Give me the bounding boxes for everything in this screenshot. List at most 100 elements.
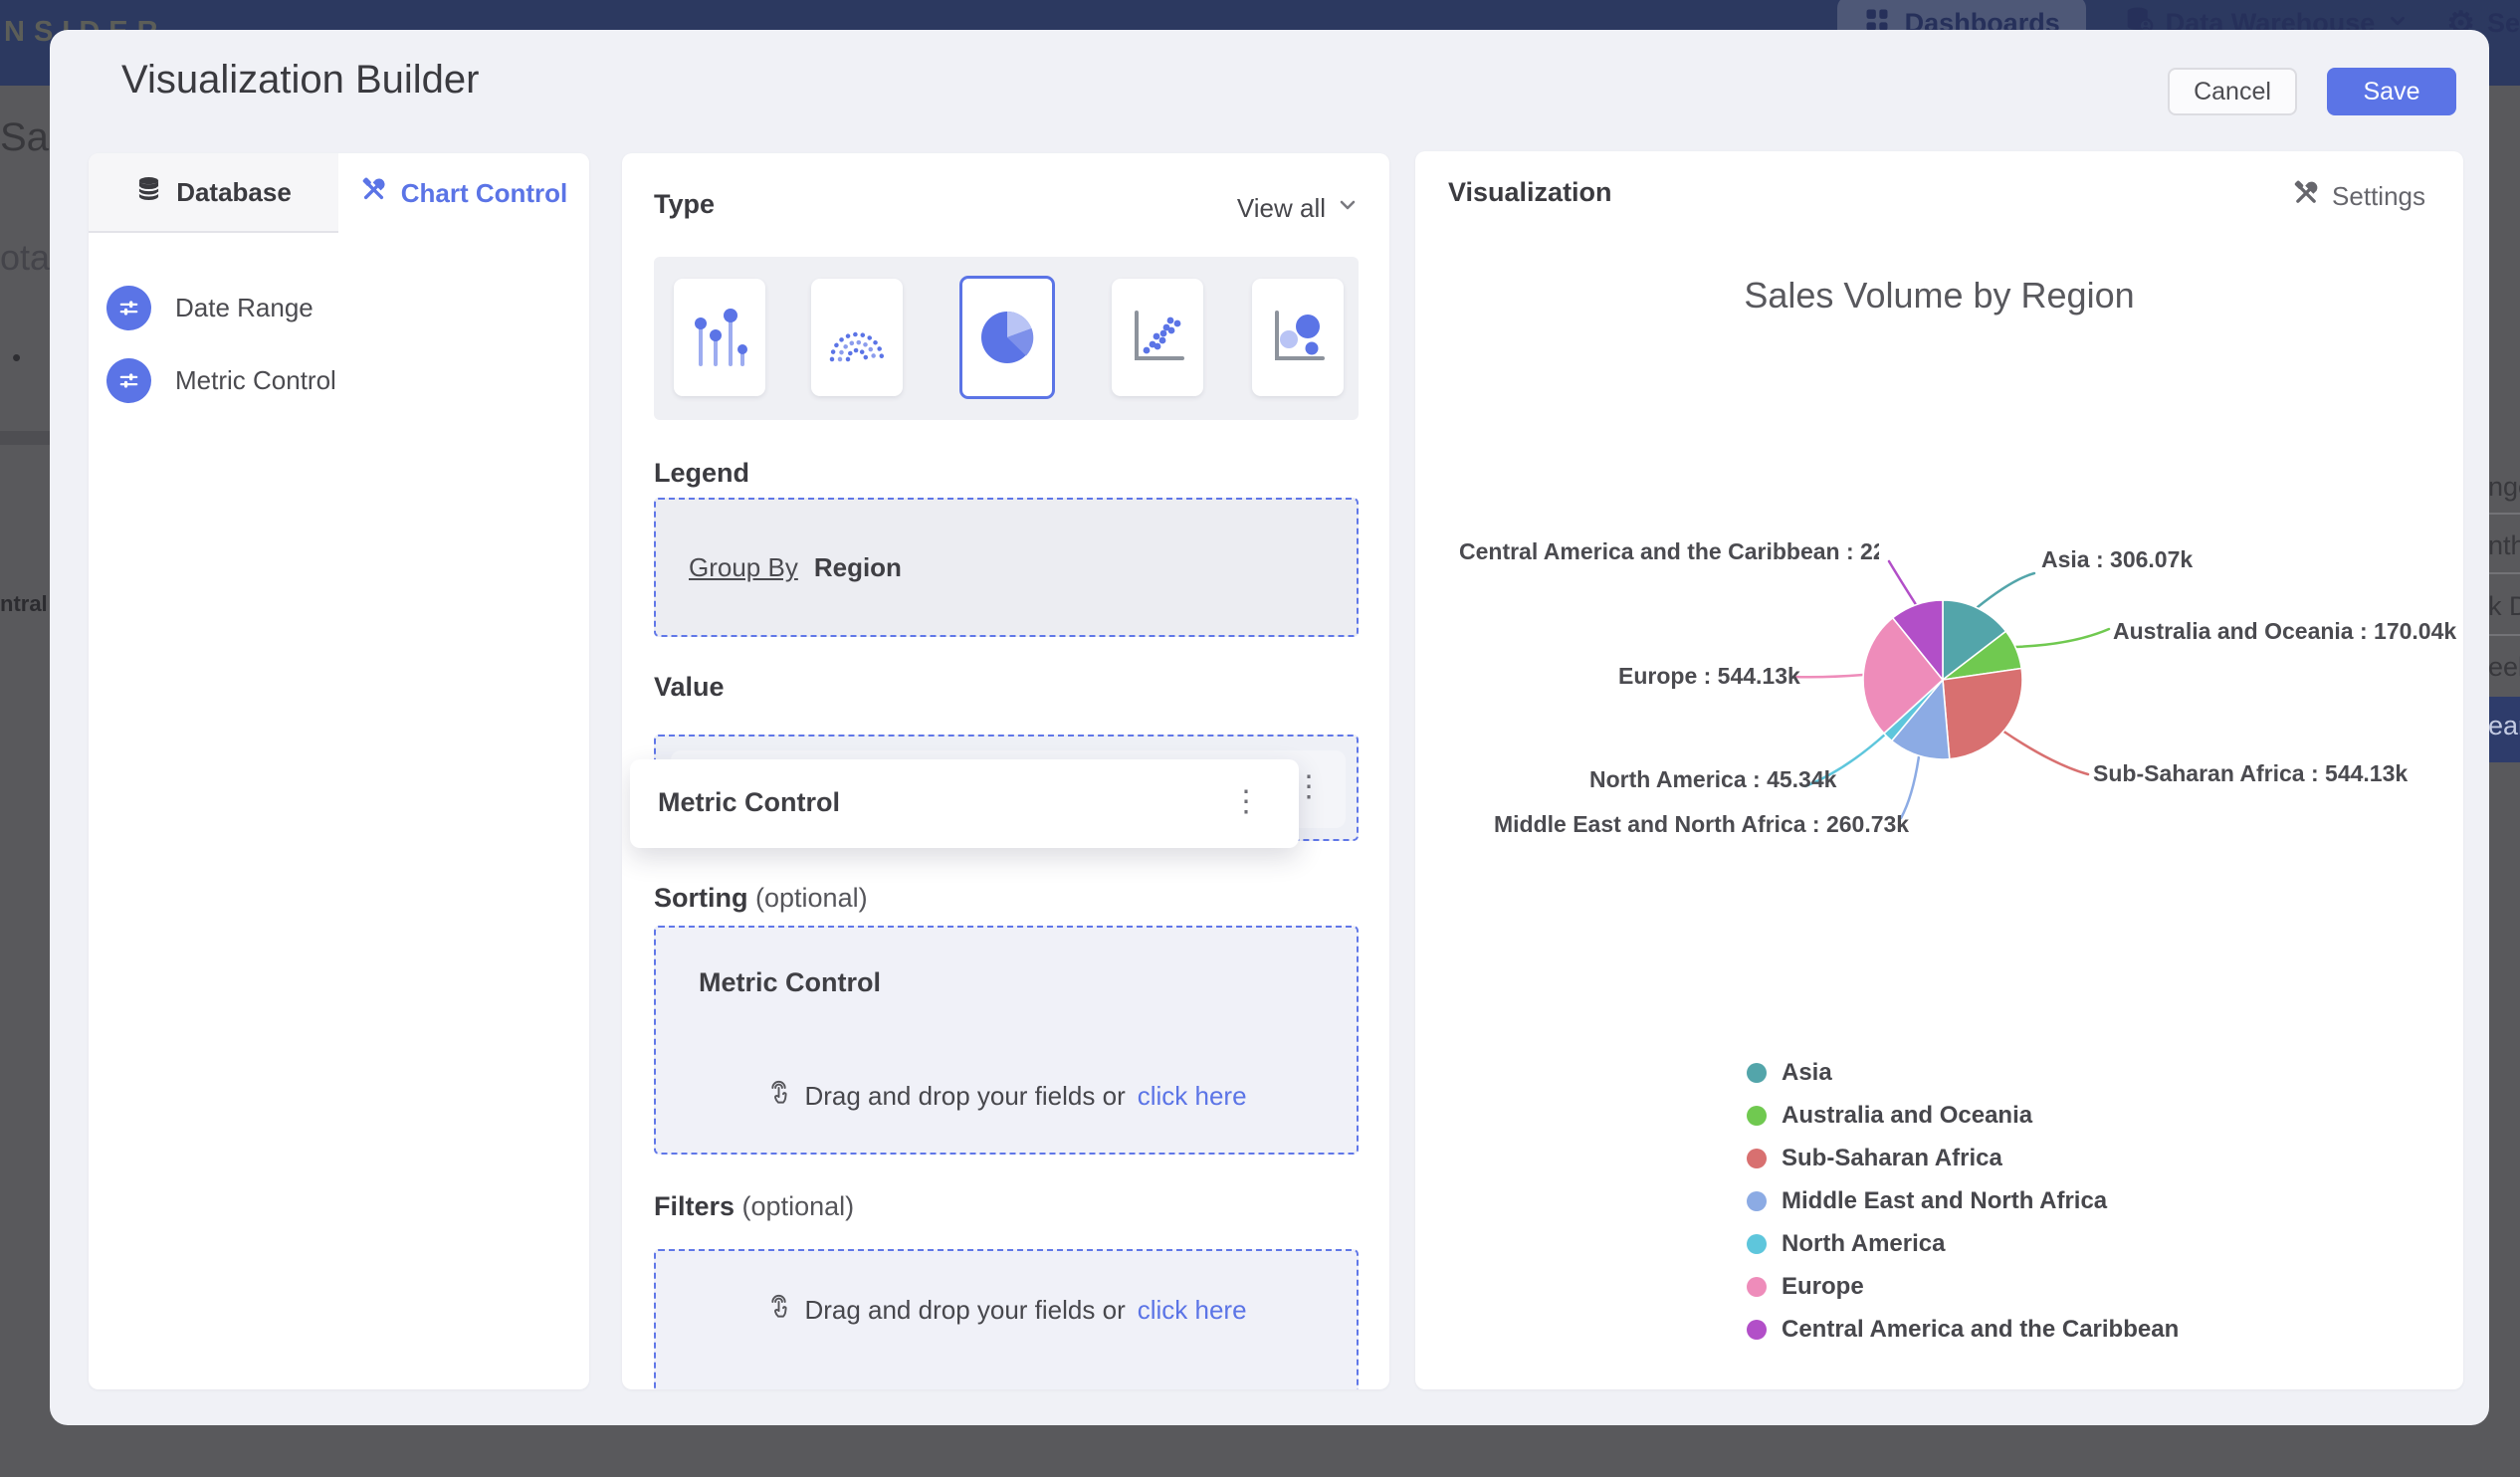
- legend-item[interactable]: Australia and Oceania: [1747, 1102, 2179, 1130]
- pie-label-central-america: Central America and the Caribbean : 226.…: [1459, 538, 1879, 564]
- pie-label-sub-saharan: Sub-Saharan Africa : 544.13k: [2093, 760, 2409, 786]
- pie-label-asia: Asia : 306.07k: [2041, 546, 2194, 572]
- pie-label-north-america: North America : 45.34k: [1589, 766, 1837, 792]
- leader-line-australia: [2012, 627, 2111, 649]
- leader-line-central-america: [1887, 559, 1919, 608]
- dragdrop-text: Drag and drop your fields or: [804, 1080, 1126, 1111]
- pie-label-mena: Middle East and North Africa : 260.73k: [1494, 811, 1910, 837]
- legend-dot: [1747, 1234, 1767, 1254]
- chevron-down-icon: [1336, 193, 1360, 224]
- legend-item[interactable]: Middle East and North Africa: [1747, 1187, 2179, 1215]
- tab-chart-control[interactable]: Chart Control: [338, 153, 589, 233]
- legend-label: Asia: [1782, 1059, 1832, 1086]
- legend-label: Middle East and North Africa: [1782, 1187, 2108, 1214]
- kebab-menu-icon[interactable]: ⋮: [1231, 787, 1261, 817]
- visualization-panel: Visualization Settings Sales Volume by R…: [1415, 151, 2463, 1389]
- tools-icon: [360, 176, 387, 210]
- chart-type-lollipop[interactable]: [674, 279, 765, 396]
- save-button[interactable]: Save: [2327, 68, 2456, 115]
- legend-item[interactable]: North America: [1747, 1230, 2179, 1258]
- group-by-value: Region: [813, 551, 902, 582]
- background-menu-item: nth: [2488, 530, 2520, 560]
- background-divider: [0, 431, 50, 445]
- sorting-chip-label: Metric Control: [699, 967, 882, 997]
- screen: NSIDER Dashboards Data Warehouse ⚙ Se: [0, 0, 2520, 1477]
- tab-chart-control-label: Chart Control: [400, 177, 568, 208]
- click-here-link[interactable]: click here: [1138, 1081, 1247, 1112]
- legend-dot: [1747, 1191, 1767, 1211]
- leader-line-sub-saharan: [2000, 729, 2090, 776]
- page-title: Visualization Builder: [121, 58, 480, 102]
- filters-dropzone[interactable]: Drag and drop your fields or click here: [654, 1249, 1359, 1389]
- filters-heading-label: Filters: [654, 1191, 735, 1221]
- view-all-label: View all: [1236, 193, 1326, 223]
- legend-label: Sub-Saharan Africa: [1782, 1145, 2002, 1171]
- legend-dropzone[interactable]: Group By Region: [654, 498, 1359, 637]
- value-heading: Value: [654, 672, 725, 702]
- pie-label-australia: Australia and Oceania : 170.04k: [2113, 618, 2457, 644]
- background-bullet: •: [12, 342, 22, 372]
- nav-settings-label: Se: [2486, 7, 2520, 38]
- background-text-fragment: ntral: [0, 591, 48, 616]
- tab-database[interactable]: Database: [89, 153, 338, 233]
- leader-line-asia: [1976, 571, 2036, 609]
- legend-label: Central America and the Caribbean: [1782, 1316, 2180, 1343]
- group-by-link[interactable]: Group By: [689, 552, 798, 583]
- value-chip-dragging[interactable]: Metric Control ⋮: [630, 759, 1299, 848]
- chart-type-pie-selected[interactable]: [959, 276, 1055, 399]
- value-chip-label: Metric Control: [658, 787, 841, 817]
- tab-database-label: Database: [176, 176, 292, 207]
- legend-dot: [1747, 1277, 1767, 1297]
- legend-dot: [1747, 1063, 1767, 1083]
- pie-chart-icon: [981, 311, 1034, 363]
- pie-slice[interactable]: [1942, 667, 2023, 760]
- filters-heading: Filters (optional): [654, 1191, 854, 1222]
- background-menu-divider: [2485, 572, 2520, 574]
- background-menu-item: k D: [2488, 591, 2520, 621]
- sidebar-item-label: Metric Control: [175, 365, 336, 395]
- legend-heading: Legend: [654, 458, 750, 488]
- view-all-button[interactable]: View all: [1237, 193, 1360, 224]
- click-here-link[interactable]: click here: [1138, 1295, 1247, 1326]
- dragdrop-text: Drag and drop your fields or: [804, 1294, 1126, 1325]
- sorting-heading-label: Sorting: [654, 883, 748, 913]
- sorting-optional-label: (optional): [755, 883, 868, 913]
- background-menu-item: ear: [2488, 711, 2520, 740]
- background-menu-item: eek: [2488, 652, 2520, 682]
- legend-item[interactable]: Central America and the Caribbean: [1747, 1316, 2179, 1344]
- chart-type-arc[interactable]: [811, 279, 903, 396]
- legend-item[interactable]: Asia: [1747, 1059, 2179, 1087]
- visualization-builder-modal: Visualization Builder Cancel Save Databa…: [50, 30, 2489, 1425]
- cancel-button[interactable]: Cancel: [2168, 68, 2297, 115]
- scatter-chart-icon: [1135, 311, 1184, 360]
- chart-type-scatter[interactable]: [1112, 279, 1203, 396]
- sidebar-item-label: Date Range: [175, 293, 314, 322]
- legend-item[interactable]: Europe: [1747, 1273, 2179, 1301]
- chart-type-bubble[interactable]: [1252, 279, 1344, 396]
- sorting-dropzone[interactable]: Metric Control Drag and drop your fields…: [654, 926, 1359, 1155]
- legend-dot: [1747, 1149, 1767, 1168]
- chart-legend: Asia Australia and Oceania Sub-Saharan A…: [1747, 1059, 2179, 1344]
- tune-icon: [106, 358, 151, 403]
- legend-label: Europe: [1782, 1273, 1864, 1300]
- builder-panel: Type View all Legend Group By Region Val…: [622, 153, 1389, 1389]
- legend-label: Australia and Oceania: [1782, 1102, 2033, 1129]
- pie-label-europe: Europe : 544.13k: [1618, 663, 1800, 689]
- lollipop-chart-icon: [695, 309, 747, 366]
- bubble-chart-icon: [1275, 311, 1325, 360]
- legend-dot: [1747, 1106, 1767, 1126]
- sorting-heading: Sorting (optional): [654, 883, 868, 914]
- leader-line-mena: [1899, 754, 1921, 820]
- filters-optional-label: (optional): [741, 1191, 855, 1221]
- sidebar-item-date-range[interactable]: Date Range: [106, 286, 314, 330]
- legend-dot: [1747, 1320, 1767, 1340]
- tap-hand-icon: [765, 1079, 792, 1113]
- background-menu-item: nge: [2488, 472, 2520, 502]
- legend-label: North America: [1782, 1230, 1946, 1257]
- background-menu-divider: [2485, 513, 2520, 515]
- tune-icon: [106, 286, 151, 330]
- background-text-fragment: ota: [0, 237, 51, 278]
- sidebar-item-metric-control[interactable]: Metric Control: [106, 358, 336, 403]
- background-menu-divider: [2485, 634, 2520, 636]
- legend-item[interactable]: Sub-Saharan Africa: [1747, 1145, 2179, 1172]
